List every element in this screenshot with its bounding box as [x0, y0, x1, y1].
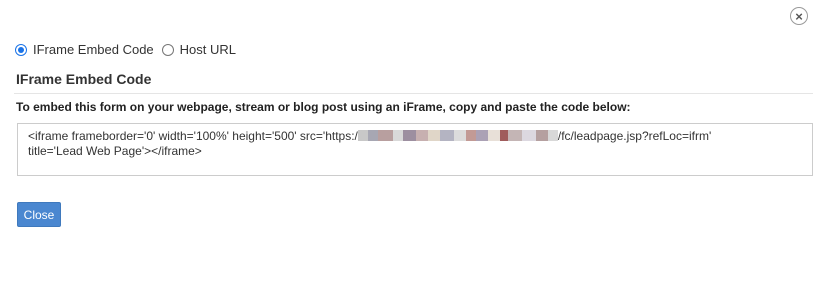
embed-code-line-2: title='Lead Web Page'></iframe> [28, 144, 202, 158]
radio-host-url-label[interactable]: Host URL [180, 42, 236, 57]
embed-code-line-1: <iframe frameborder='0' width='100%' hei… [28, 129, 802, 144]
radio-iframe-embed-code[interactable] [15, 43, 27, 56]
embed-code-suffix: /fc/leadpage.jsp?refLoc=ifrm' [557, 129, 712, 143]
radio-iframe-embed-code-label[interactable]: IFrame Embed Code [33, 42, 154, 57]
embed-code-prefix: <iframe frameborder='0' width='100%' hei… [28, 129, 358, 143]
instruction-text: To embed this form on your webpage, stre… [16, 100, 631, 114]
close-button[interactable]: Close [17, 202, 61, 227]
embed-code-textarea[interactable]: <iframe frameborder='0' width='100%' hei… [17, 123, 813, 176]
embed-type-radio-group: IFrame Embed Code Host URL [15, 42, 244, 57]
close-dialog-icon[interactable]: × [790, 7, 808, 25]
section-divider [14, 93, 813, 94]
section-title: IFrame Embed Code [16, 71, 152, 87]
redacted-url-segment [357, 130, 558, 141]
radio-host-url[interactable] [161, 43, 174, 56]
